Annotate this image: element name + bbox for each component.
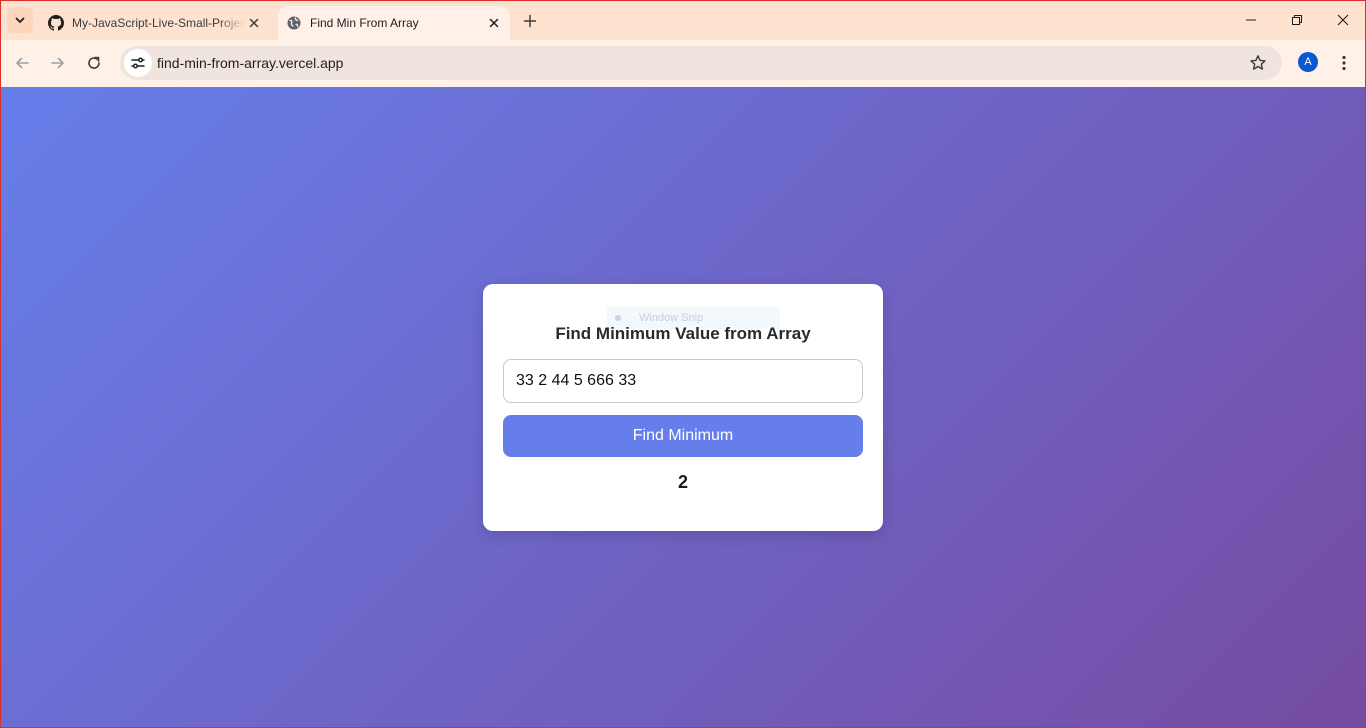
restore-button[interactable]: [1274, 0, 1320, 40]
snip-label: Window Snip: [639, 312, 704, 324]
url-text: find-min-from-array.vercel.app: [157, 55, 344, 71]
address-bar[interactable]: find-min-from-array.vercel.app: [120, 46, 1282, 80]
tab-search-button[interactable]: [7, 7, 33, 33]
close-tab-icon[interactable]: [244, 13, 264, 33]
back-button[interactable]: [7, 48, 37, 78]
minimize-icon: [1246, 19, 1256, 21]
site-info-button[interactable]: [124, 49, 152, 77]
tab-title: My-JavaScript-Live-Small-Projects: [72, 16, 244, 30]
page-title: Find Minimum Value from Array: [555, 324, 811, 343]
globe-icon: [286, 15, 302, 31]
star-icon: [1250, 55, 1266, 70]
result-value: 2: [677, 472, 688, 492]
plus-icon: [523, 14, 537, 28]
reload-icon: [88, 56, 100, 69]
tab-github[interactable]: My-JavaScript-Live-Small-Projects: [38, 6, 270, 40]
find-minimum-button[interactable]: Find Minimum: [503, 415, 863, 457]
tab-find-min[interactable]: Find Min From Array: [278, 6, 510, 40]
minimize-button[interactable]: [1228, 0, 1274, 40]
browser-menu-button[interactable]: [1332, 52, 1356, 74]
snip-dot-icon: [615, 315, 621, 321]
arrow-right-icon: [51, 57, 64, 69]
new-tab-button[interactable]: [518, 9, 542, 33]
tune-icon: [131, 57, 145, 69]
forward-button[interactable]: [43, 48, 73, 78]
chevron-down-icon: [15, 17, 25, 23]
array-input[interactable]: [503, 359, 863, 403]
tab-title: Find Min From Array: [310, 16, 419, 30]
find-min-card: Window Snip Find Minimum Value from Arra…: [483, 284, 883, 531]
browser-toolbar: find-min-from-array.vercel.app A: [0, 40, 1366, 87]
close-tab-icon[interactable]: [484, 13, 504, 33]
profile-avatar[interactable]: A: [1298, 52, 1318, 72]
more-vertical-icon: [1342, 55, 1346, 71]
close-icon: [1337, 14, 1349, 26]
bookmark-button[interactable]: [1248, 53, 1268, 73]
close-window-button[interactable]: [1320, 0, 1366, 40]
restore-icon: [1292, 15, 1302, 25]
arrow-left-icon: [16, 57, 29, 69]
tab-strip: My-JavaScript-Live-Small-Projects Find M…: [0, 0, 1366, 40]
reload-button[interactable]: [79, 48, 109, 78]
github-icon: [48, 15, 64, 31]
page-viewport: Window Snip Find Minimum Value from Arra…: [0, 87, 1366, 728]
